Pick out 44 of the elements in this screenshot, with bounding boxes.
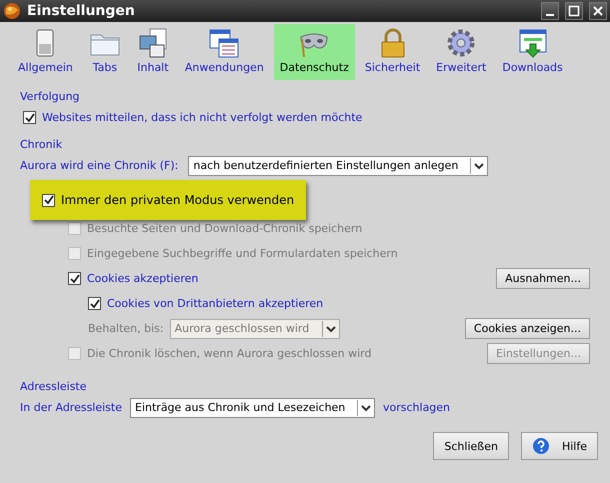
field-label: In der Adressleiste <box>20 401 122 414</box>
close-dialog-button[interactable]: Schließen <box>433 432 509 460</box>
toolbar-tab[interactable]: Tabs <box>82 24 127 80</box>
checkbox[interactable] <box>68 272 81 285</box>
history-mode-dropdown[interactable]: nach benutzerdefinierten Einstellungen anlegen <box>188 156 488 176</box>
checkbox-label: Besuchte Seiten und Download-Chronik speichern <box>87 222 362 235</box>
field-label: vorschlagen <box>383 401 450 414</box>
maximize-icon <box>568 5 580 17</box>
minimize-button[interactable] <box>541 2 559 20</box>
toolbar-tab[interactable]: Erweitert <box>430 24 492 80</box>
download-window-icon <box>516 27 549 59</box>
minimize-icon <box>546 14 554 16</box>
maximize-button[interactable] <box>565 2 583 20</box>
checkbox[interactable] <box>23 111 36 124</box>
dialog-button[interactable]: Ausnahmen... <box>496 268 590 289</box>
toolbar-tab[interactable]: Anwendungen <box>178 24 270 80</box>
checkbox-label: Cookies von Drittanbietern akzeptieren <box>107 297 324 310</box>
checkbox-label: Die Chronik löschen, wenn Aurora geschlossen wird <box>87 347 372 360</box>
section-heading: Verfolgung <box>20 90 81 103</box>
checkbox-label: Eingegebene Suchbegriffe und Formulardaten speichern <box>87 247 398 260</box>
checkbox-label: Cookies akzeptieren <box>87 272 198 285</box>
toolbar-tab[interactable]: Datenschutz <box>274 24 355 80</box>
windows-icon <box>208 27 240 59</box>
close-button[interactable] <box>589 2 607 20</box>
address-bar-dropdown[interactable]: Einträge aus Chronik und Lesezeichen <box>130 398 375 418</box>
field-label: Aurora wird eine Chronik (F): <box>20 159 178 172</box>
close-icon <box>592 5 604 17</box>
app-globe-icon <box>3 2 21 20</box>
toolbar-tab[interactable]: Allgemein <box>12 24 79 80</box>
help-icon <box>532 437 550 455</box>
section-heading: Adressleiste <box>20 380 88 393</box>
toolbar-tab[interactable]: Sicherheit <box>358 24 426 80</box>
documents-icon <box>136 27 169 59</box>
checkbox-label: Immer den privaten Modus verwenden <box>61 193 294 207</box>
toolbar-tab[interactable]: Inhalt <box>130 24 175 80</box>
help-button[interactable]: Hilfe <box>520 432 598 460</box>
section-heading: Chronik <box>20 138 64 151</box>
checkbox[interactable] <box>42 194 55 206</box>
toolbar-tab[interactable]: Downloads <box>496 24 569 80</box>
checkbox[interactable] <box>88 297 101 310</box>
checkbox-label: Websites mitteilen, dass ich nicht verfolgt werden möchte <box>42 111 362 124</box>
window-title: Einstellungen <box>27 3 136 19</box>
gear-icon <box>445 27 478 59</box>
field-label: Behalten, bis: <box>88 322 164 335</box>
